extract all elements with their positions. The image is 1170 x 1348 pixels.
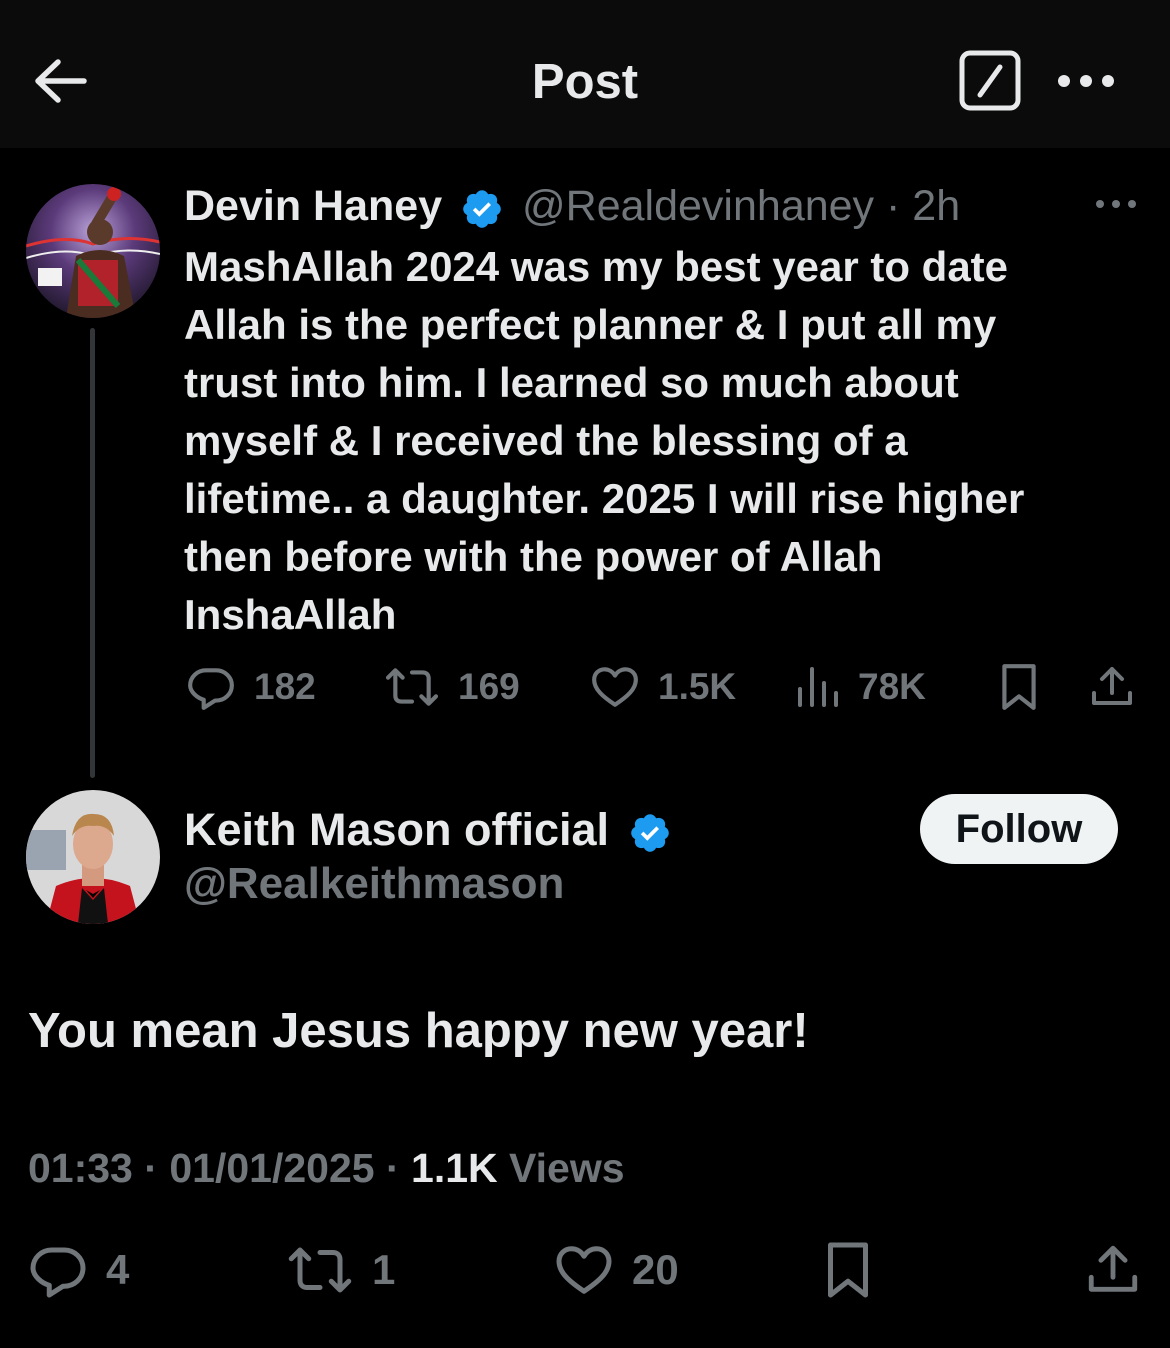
verified-badge-icon: [630, 814, 669, 852]
share-icon: [1092, 667, 1132, 705]
more-options-button[interactable]: [1054, 56, 1118, 106]
reply-author-handle[interactable]: @Realkeithmason: [184, 858, 564, 910]
views-label: Views: [509, 1145, 625, 1191]
edit-button[interactable]: [958, 50, 1022, 112]
share-button[interactable]: [1084, 1240, 1142, 1300]
like-count: 1.5K: [658, 666, 737, 707]
repost-icon: [385, 668, 439, 706]
share-button[interactable]: [1088, 662, 1136, 712]
dot-separator: ·: [886, 182, 901, 230]
thread-connector-line: [90, 328, 95, 778]
post-metadata: 01:33 · 01/01/2025 · 1.1K Views: [28, 1142, 625, 1194]
top-bar: Post: [0, 0, 1170, 148]
bookmark-icon: [1002, 664, 1036, 710]
verified-badge-icon: [463, 189, 501, 228]
reply-post-text: You mean Jesus happy new year!: [28, 1004, 809, 1058]
dot-separator: ·: [385, 1145, 400, 1191]
views-icon: [798, 667, 838, 707]
reply-author-name[interactable]: Keith Mason official: [184, 804, 609, 855]
like-button[interactable]: 20: [554, 1240, 679, 1300]
repost-button[interactable]: 169: [384, 662, 520, 712]
post-time[interactable]: 2h: [912, 182, 960, 230]
share-icon: [1088, 1245, 1138, 1292]
more-icon: [1058, 75, 1114, 87]
views-count: 1.1K: [411, 1145, 498, 1191]
like-icon: [592, 667, 638, 707]
repost-button[interactable]: 1: [286, 1240, 395, 1300]
like-count: 20: [632, 1246, 679, 1293]
dot-separator: ·: [144, 1145, 158, 1191]
reply-icon: [30, 1247, 86, 1298]
repost-icon: [288, 1247, 352, 1293]
more-icon: [1096, 200, 1136, 208]
bookmark-icon: [828, 1242, 868, 1298]
views-count: 78K: [858, 666, 926, 707]
reply-count: 4: [106, 1246, 130, 1293]
parent-post-header: Devin Haney @Realdevinhaney · 2h: [184, 180, 960, 232]
like-icon: [556, 1246, 612, 1294]
repost-count: 1: [372, 1246, 396, 1293]
post-date[interactable]: 01/01/2025: [169, 1145, 374, 1191]
edit-icon: [959, 50, 1021, 111]
author-handle[interactable]: @Realdevinhaney: [522, 182, 874, 230]
bookmark-button[interactable]: [820, 1240, 876, 1300]
reply-button[interactable]: 4: [28, 1240, 129, 1300]
follow-button[interactable]: Follow: [920, 794, 1118, 864]
reply-button[interactable]: 182: [186, 662, 316, 712]
reply-author-header: Keith Mason official: [184, 802, 672, 858]
post-timestamp[interactable]: 01:33: [28, 1145, 133, 1191]
keith-mason-avatar[interactable]: [26, 790, 160, 924]
reply-count: 182: [254, 666, 316, 707]
post-more-button[interactable]: [1090, 188, 1142, 220]
parent-post-text: MashAllah 2024 was my best year to date …: [184, 243, 1025, 638]
author-name[interactable]: Devin Haney: [184, 182, 442, 230]
like-button[interactable]: 1.5K: [590, 662, 736, 712]
devin-haney-avatar[interactable]: [26, 184, 160, 318]
views-button[interactable]: 78K: [796, 662, 926, 712]
reply-icon: [188, 668, 234, 710]
repost-count: 169: [458, 666, 520, 707]
bookmark-button[interactable]: [996, 662, 1042, 712]
